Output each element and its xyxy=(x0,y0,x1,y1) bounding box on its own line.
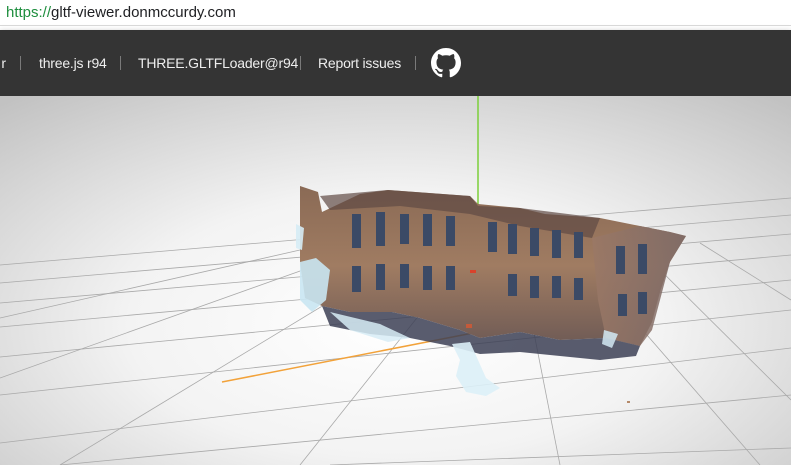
url-host: gltf-viewer.donmccurdy.com xyxy=(51,4,236,21)
scan-speck xyxy=(627,401,630,403)
nav-separator xyxy=(415,56,416,70)
nav-link-threejs[interactable]: three.js r94 xyxy=(39,30,107,96)
building-model xyxy=(296,186,686,396)
nav-separator xyxy=(20,56,21,70)
nav-separator xyxy=(120,56,121,70)
model-viewport[interactable] xyxy=(0,96,791,465)
header-nav: r three.js r94 THREE.GLTFLoader@r94 Repo… xyxy=(0,30,791,96)
nav-link-gltfloader[interactable]: THREE.GLTFLoader@r94 xyxy=(138,30,298,96)
clipped-nav-item[interactable]: r xyxy=(0,30,8,96)
scene-canvas xyxy=(0,96,791,465)
nav-link-report-issues[interactable]: Report issues xyxy=(318,30,401,96)
address-bar[interactable]: https://gltf-viewer.donmccurdy.com xyxy=(0,0,791,26)
nav-separator xyxy=(300,56,301,70)
url-scheme: https:// xyxy=(6,4,52,21)
github-icon[interactable] xyxy=(431,48,461,78)
